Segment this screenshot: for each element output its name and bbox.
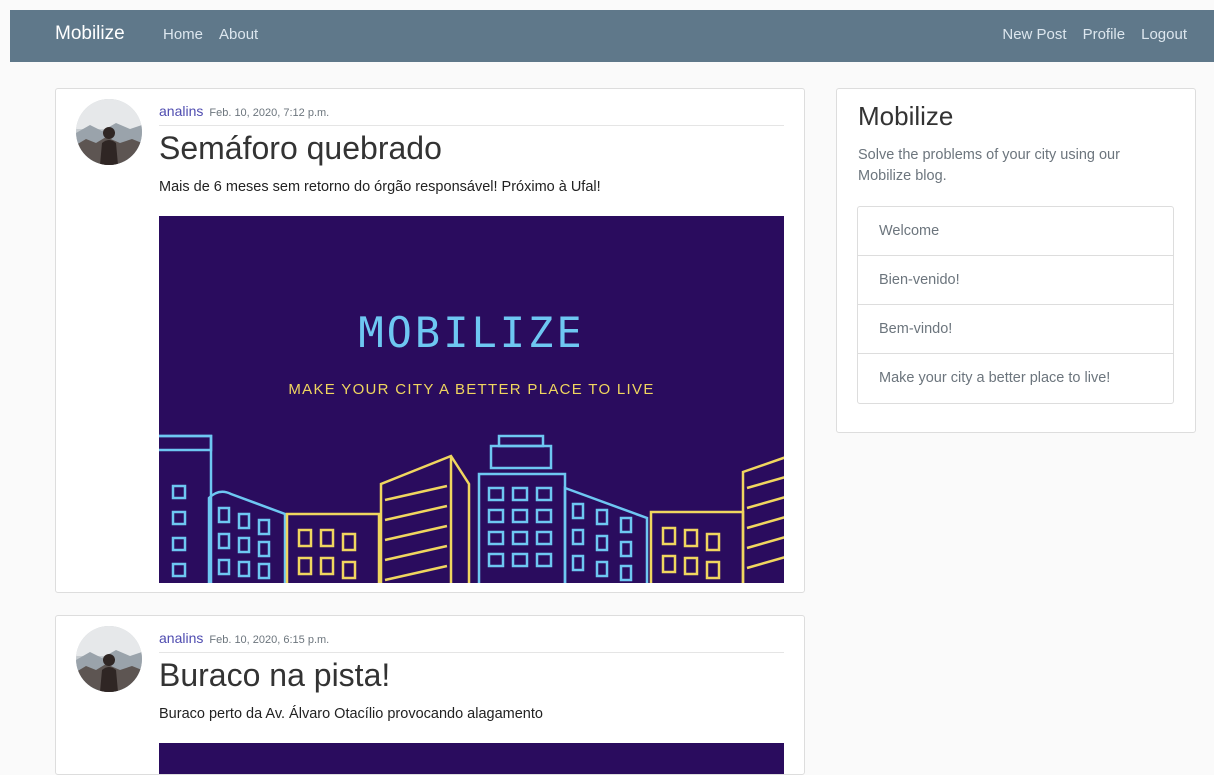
- author-link[interactable]: analins: [159, 630, 203, 646]
- sidebar-title: Mobilize: [858, 101, 954, 131]
- navbar: Mobilize Home About New Post Profile Log…: [10, 10, 1214, 62]
- city-skyline-illustration: [159, 434, 784, 583]
- sidebar-item-make-city-better[interactable]: Make your city a better place to live!: [858, 354, 1173, 403]
- post-title-link[interactable]: Semáforo quebrado: [159, 130, 442, 167]
- nav-right: New Post Profile Logout: [1002, 26, 1187, 43]
- sidebar-item-bem-vindo[interactable]: Bem-vindo!: [858, 305, 1173, 354]
- nav-new-post-link[interactable]: New Post: [1002, 26, 1066, 43]
- post-meta: analins Feb. 10, 2020, 6:15 p.m.: [159, 630, 784, 653]
- sidebar-description: Solve the problems of your city using ou…: [858, 147, 1120, 184]
- post-date: Feb. 10, 2020, 7:12 p.m.: [209, 107, 330, 119]
- post-content: Mais de 6 meses sem retorno do órgão res…: [159, 179, 601, 195]
- author-link[interactable]: analins: [159, 103, 203, 119]
- nav-left: Home About: [163, 26, 258, 43]
- nav-home-link[interactable]: Home: [163, 26, 203, 43]
- post-image: [159, 743, 784, 774]
- nav-logout-link[interactable]: Logout: [1141, 26, 1187, 43]
- post-meta: analins Feb. 10, 2020, 7:12 p.m.: [159, 103, 784, 126]
- nav-about-link[interactable]: About: [219, 26, 258, 43]
- post-content: Buraco perto da Av. Álvaro Otacílio prov…: [159, 706, 543, 722]
- brand-link[interactable]: Mobilize: [55, 23, 125, 45]
- sidebar: Mobilize Solve the problems of your city…: [836, 88, 1196, 433]
- image-subtitle-text: MAKE YOUR CITY A BETTER PLACE TO LIVE: [288, 381, 655, 398]
- image-title-text: MOBILIZE: [358, 308, 585, 357]
- post-title-link[interactable]: Buraco na pista!: [159, 657, 390, 694]
- post-card: analins Feb. 10, 2020, 7:12 p.m. Semáforo…: [55, 88, 805, 593]
- sidebar-list: Welcome Bien-venido! Bem-vindo! Make you…: [857, 206, 1174, 404]
- avatar[interactable]: [76, 99, 142, 165]
- sidebar-item-bien-venido[interactable]: Bien-venido!: [858, 256, 1173, 305]
- post-card: analins Feb. 10, 2020, 6:15 p.m. Buraco n…: [55, 615, 805, 775]
- sidebar-item-welcome[interactable]: Welcome: [858, 207, 1173, 256]
- post-date: Feb. 10, 2020, 6:15 p.m.: [209, 634, 330, 646]
- avatar[interactable]: [76, 626, 142, 692]
- nav-profile-link[interactable]: Profile: [1083, 26, 1126, 43]
- post-image: MOBILIZE MAKE YOUR CITY A BETTER PLACE T…: [159, 216, 784, 583]
